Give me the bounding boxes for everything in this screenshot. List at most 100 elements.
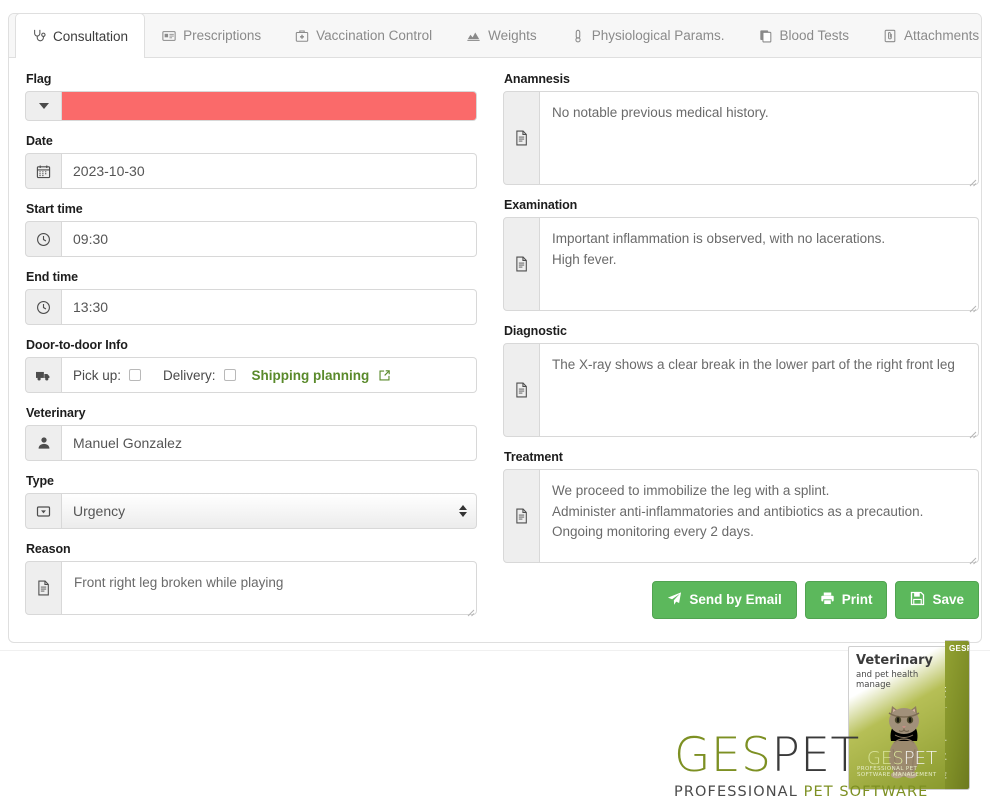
save-button[interactable]: Save	[895, 581, 979, 619]
document-icon	[503, 91, 540, 185]
tab-strip: Consultation Prescriptions Vaccination C…	[9, 13, 981, 58]
logo-part1: GES	[674, 728, 772, 783]
send-by-email-label: Send by Email	[689, 592, 782, 607]
tab-label: Consultation	[53, 28, 129, 44]
anamnesis-label: Anamnesis	[504, 72, 570, 86]
flag-color-swatch[interactable]	[62, 91, 477, 121]
form-right-column: Anamnesis No notable previous medical hi…	[503, 72, 979, 628]
tab-label: Prescriptions	[183, 28, 262, 43]
action-button-row: Send by Email Print Save	[503, 581, 979, 619]
paper-plane-icon	[667, 591, 682, 609]
file-attachment-icon	[883, 29, 897, 43]
document-icon	[25, 561, 62, 615]
tab-prescriptions[interactable]: Prescriptions	[145, 13, 278, 57]
footer-branding: Veterinary and pet health manage GESPET …	[660, 636, 990, 805]
select-box-icon	[25, 493, 62, 529]
save-label: Save	[932, 592, 964, 607]
tab-attachments[interactable]: Attachments	[866, 13, 990, 57]
field-start-time: Start time	[25, 202, 477, 257]
examination-textarea[interactable]: Important inflammation is observed, with…	[540, 217, 979, 311]
type-label: Type	[26, 474, 54, 488]
date-label: Date	[26, 134, 53, 148]
user-icon	[25, 425, 62, 461]
veterinary-input[interactable]	[62, 425, 477, 461]
first-aid-kit-icon	[295, 29, 309, 43]
delivery-checkbox[interactable]	[223, 369, 236, 381]
type-select[interactable]: Urgency	[62, 493, 477, 529]
end-time-input[interactable]	[62, 289, 477, 325]
date-input[interactable]	[62, 153, 477, 189]
consultation-panel: Consultation Prescriptions Vaccination C…	[8, 13, 982, 643]
diagnostic-label: Diagnostic	[504, 324, 567, 338]
logo-part2: PET	[771, 728, 860, 783]
tab-vaccination-control[interactable]: Vaccination Control	[278, 13, 449, 57]
document-icon	[503, 343, 540, 437]
truck-icon	[25, 357, 62, 393]
flag-label: Flag	[26, 72, 52, 86]
veterinary-label: Veterinary	[26, 406, 86, 420]
gespet-logo: GESPET PROFESSIONAL PET SOFTWARE	[674, 732, 990, 800]
flag-dropdown-button[interactable]	[25, 91, 62, 121]
field-door-to-door: Door-to-door Info Pick up: Delivery: Shi…	[25, 338, 477, 393]
field-diagnostic: Diagnostic The X-ray shows a clear break…	[503, 324, 979, 439]
door-to-door-label: Door-to-door Info	[26, 338, 128, 352]
clock-icon	[25, 221, 62, 257]
tab-label: Physiological Params.	[591, 28, 725, 43]
send-by-email-button[interactable]: Send by Email	[652, 581, 797, 619]
tab-consultation[interactable]: Consultation	[15, 13, 146, 58]
start-time-label: Start time	[26, 202, 83, 216]
caret-down-icon	[38, 103, 49, 109]
field-date: Date	[25, 134, 477, 189]
delivery-label: Delivery:	[163, 367, 216, 383]
field-type: Type Urgency	[25, 474, 477, 529]
tab-physiological-params[interactable]: Physiological Params.	[554, 13, 742, 57]
shipping-planning-label: Shipping planning	[251, 367, 370, 383]
form-left-column: Flag Date 2023-10-30 Start time 09:30 En…	[25, 72, 477, 628]
stethoscope-icon	[32, 29, 46, 43]
anamnesis-textarea[interactable]: No notable previous medical history.	[540, 91, 979, 185]
start-time-input[interactable]	[62, 221, 477, 257]
copy-files-icon	[759, 29, 773, 43]
clock-icon	[25, 289, 62, 325]
shipping-planning-link[interactable]: Shipping planning	[252, 368, 392, 383]
field-veterinary: Veterinary	[25, 406, 477, 461]
area-chart-icon	[466, 29, 481, 43]
diagnostic-textarea[interactable]: The X-ray shows a clear break in the low…	[540, 343, 979, 437]
logo-tagline-part1: PROFESSIONAL	[674, 784, 804, 800]
calendar-icon	[25, 153, 62, 189]
tab-label: Blood Tests	[779, 28, 850, 43]
field-anamnesis: Anamnesis No notable previous medical hi…	[503, 72, 979, 187]
examination-label: Examination	[504, 198, 578, 212]
field-treatment: Treatment We proceed to immobilize the l…	[503, 450, 979, 565]
field-examination: Examination Important inflammation is ob…	[503, 198, 979, 313]
tab-weights[interactable]: Weights	[449, 13, 554, 57]
field-end-time: End time	[25, 270, 477, 325]
box-spine-title: GESPET	[949, 644, 969, 653]
document-icon	[503, 469, 540, 563]
field-reason: Reason Front right leg broken while play…	[25, 542, 477, 617]
thermometer-icon	[571, 29, 585, 43]
print-button[interactable]: Print	[804, 581, 888, 619]
box-title: Veterinary	[856, 653, 933, 668]
tab-label: Attachments	[904, 28, 980, 43]
app-screen: Consultation Prescriptions Vaccination C…	[0, 0, 990, 805]
door-to-door-controls: Pick up: Delivery: Shipping planning	[62, 357, 477, 393]
field-flag: Flag	[25, 72, 477, 121]
pickup-checkbox[interactable]	[129, 369, 142, 381]
tab-label: Vaccination Control	[316, 28, 433, 43]
external-link-icon	[378, 369, 391, 382]
prescription-card-icon	[162, 29, 176, 43]
floppy-disk-icon	[910, 591, 925, 609]
reason-textarea[interactable]: Front right leg broken while playing	[62, 561, 477, 615]
logo-wordmark: GESPET	[674, 732, 990, 779]
treatment-label: Treatment	[504, 450, 563, 464]
treatment-textarea[interactable]: We proceed to immobilize the leg with a …	[540, 469, 979, 563]
consultation-form: Flag Date 2023-10-30 Start time 09:30 En…	[9, 58, 981, 638]
document-icon	[503, 217, 540, 311]
print-label: Print	[841, 592, 873, 607]
tab-blood-tests[interactable]: Blood Tests	[742, 13, 867, 57]
end-time-label: End time	[26, 270, 78, 284]
logo-tagline-part2: PET SOFTWARE	[803, 784, 929, 800]
pickup-label: Pick up:	[73, 367, 122, 383]
reason-label: Reason	[26, 542, 71, 556]
